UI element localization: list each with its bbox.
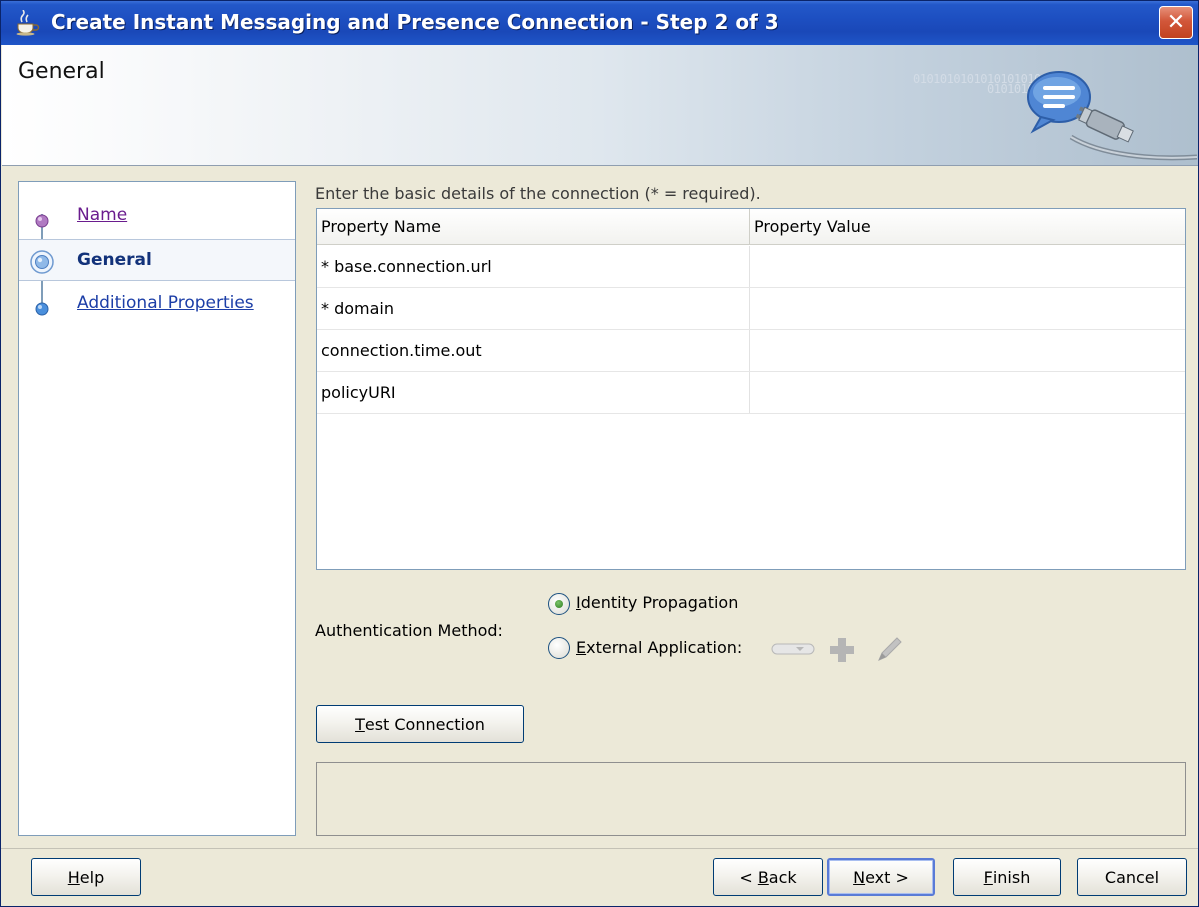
dialog-window: Create Instant Messaging and Presence Co…: [0, 0, 1199, 907]
nav-step-label[interactable]: Additional Properties: [77, 293, 254, 313]
nav-step-label: General: [77, 250, 152, 270]
instructions-text: Enter the basic details of the connectio…: [315, 184, 761, 203]
authentication-method-label: Authentication Method:: [315, 621, 503, 640]
test-connection-button[interactable]: Test Connection: [316, 705, 524, 743]
property-name-cell: * base.connection.url: [317, 246, 750, 287]
identity-propagation-label[interactable]: Identity Propagation: [576, 593, 738, 612]
property-value-cell[interactable]: [750, 288, 1185, 329]
nav-step-label[interactable]: Name: [77, 205, 127, 225]
help-button[interactable]: Help: [31, 858, 141, 896]
label-pre: <: [739, 867, 758, 887]
label-rest: ext >: [865, 867, 909, 887]
label-rest: dentity Propagation: [580, 593, 739, 612]
finish-button[interactable]: Finish: [953, 858, 1061, 896]
column-header-property-value[interactable]: Property Value: [750, 209, 1185, 245]
identity-propagation-radio[interactable]: [548, 593, 570, 615]
title-bar[interactable]: Create Instant Messaging and Presence Co…: [1, 1, 1198, 45]
mnemonic: F: [983, 867, 993, 887]
connection-status-area: [316, 762, 1186, 836]
mnemonic: B: [757, 867, 769, 887]
page-title: General: [18, 59, 105, 84]
table-row[interactable]: connection.time.out: [317, 330, 1185, 372]
label-rest: est Connection: [364, 714, 485, 734]
table-header: Property Name Property Value: [317, 209, 1185, 245]
back-button[interactable]: < Back: [713, 858, 823, 896]
add-icon[interactable]: [827, 635, 857, 665]
property-value-cell[interactable]: [750, 372, 1185, 413]
property-name-cell: policyURI: [317, 372, 750, 413]
label-rest: ack: [768, 867, 797, 887]
mnemonic: N: [853, 867, 866, 887]
table-row[interactable]: * domain: [317, 288, 1185, 330]
properties-table: Property Name Property Value * base.conn…: [316, 208, 1186, 570]
mnemonic: T: [355, 714, 365, 734]
nav-step-general[interactable]: General: [19, 239, 295, 281]
property-value-cell[interactable]: [750, 246, 1185, 287]
property-value-cell[interactable]: [750, 330, 1185, 371]
close-icon[interactable]: ✕: [1159, 6, 1193, 39]
mnemonic: E: [576, 638, 587, 657]
external-application-label[interactable]: External Application:: [576, 638, 742, 657]
step-visited-dot-icon: [35, 214, 49, 228]
property-name-cell: connection.time.out: [317, 330, 750, 371]
external-application-radio[interactable]: [548, 637, 570, 659]
step-current-dot-icon: [30, 250, 54, 274]
next-button[interactable]: Next >: [827, 858, 935, 896]
nav-step-name[interactable]: Name: [19, 196, 295, 238]
column-header-property-name[interactable]: Property Name: [317, 209, 750, 245]
chat-plug-icon: [1027, 71, 1197, 161]
radio-selected-dot: [555, 600, 563, 608]
label-rest: inish: [992, 867, 1031, 887]
property-name-cell: * domain: [317, 288, 750, 329]
mnemonic: H: [67, 867, 80, 887]
footer-separator: [1, 848, 1198, 849]
step-pending-dot-icon: [35, 302, 49, 316]
java-cup-icon: [16, 10, 40, 36]
window-title: Create Instant Messaging and Presence Co…: [51, 10, 779, 34]
label-rest: xternal Application:: [586, 638, 743, 657]
edit-pencil-icon[interactable]: [873, 633, 905, 665]
external-app-select-icon[interactable]: [771, 641, 817, 657]
nav-step-additional-properties[interactable]: Additional Properties: [19, 284, 295, 326]
table-row[interactable]: policyURI: [317, 372, 1185, 414]
table-row[interactable]: * base.connection.url: [317, 246, 1185, 288]
cancel-button[interactable]: Cancel: [1077, 858, 1187, 896]
wizard-steps-nav: Name General Additional Properties: [18, 181, 296, 836]
label-rest: elp: [79, 867, 105, 887]
